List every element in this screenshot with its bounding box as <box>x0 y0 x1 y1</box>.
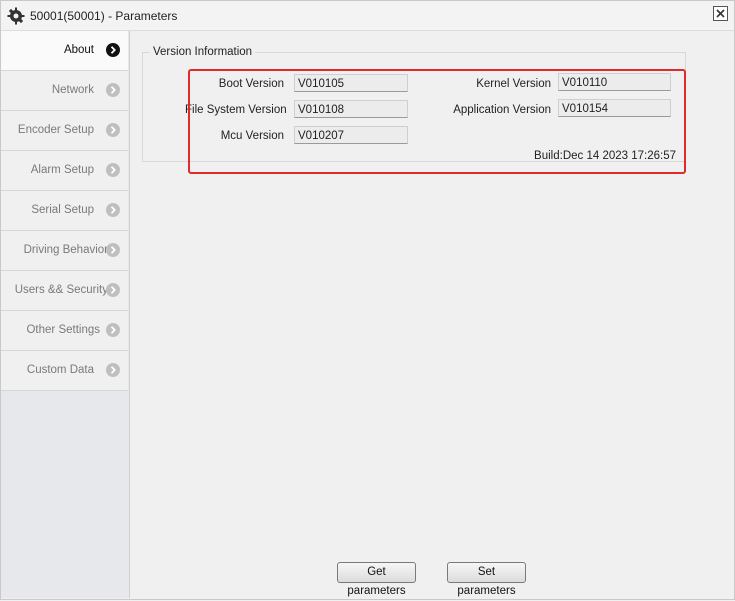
chevron-right-icon <box>106 83 120 97</box>
chevron-right-icon <box>106 163 120 177</box>
sidebar-item-serial-setup[interactable]: Serial Setup <box>1 191 128 231</box>
app-gear-icon <box>7 7 25 25</box>
chevron-right-icon <box>106 123 120 137</box>
chevron-right-icon <box>106 363 120 377</box>
sidebar-item-label: Encoder Setup <box>17 124 94 136</box>
sidebar-item-alarm-setup[interactable]: Alarm Setup <box>1 151 128 191</box>
set-parameters-button[interactable]: Set parameters <box>447 562 526 597</box>
sidebar-item-about[interactable]: About <box>1 31 128 71</box>
parameters-window: 50001(50001) - Parameters About Network … <box>0 0 735 600</box>
chevron-right-icon <box>106 323 120 337</box>
sidebar-item-label: About <box>63 44 94 56</box>
chevron-right-icon <box>106 243 120 257</box>
get-parameters-button[interactable]: Get parameters <box>337 562 416 597</box>
sidebar-item-network[interactable]: Network <box>1 71 128 111</box>
content-panel: Version Information Boot Version V010105… <box>130 31 734 598</box>
sidebar-item-label: Alarm Setup <box>30 164 94 176</box>
sidebar-item-label: Users && Security <box>14 284 108 296</box>
sidebar-item-label: Driving Behavior <box>23 244 108 256</box>
sidebar-item-other-settings[interactable]: Other Settings <box>1 311 128 351</box>
sidebar-item-label: Other Settings <box>26 324 100 336</box>
title-bar: 50001(50001) - Parameters <box>1 1 734 31</box>
sidebar-item-label: Custom Data <box>26 364 94 376</box>
sidebar-item-driving-behavior[interactable]: Driving Behavior <box>1 231 128 271</box>
sidebar-item-label: Serial Setup <box>31 204 94 216</box>
chevron-right-icon <box>106 283 120 297</box>
sidebar: About Network Encoder Setup Alarm Setup <box>1 31 130 598</box>
group-title: Version Information <box>150 46 256 58</box>
sidebar-item-encoder-setup[interactable]: Encoder Setup <box>1 111 128 151</box>
sidebar-item-label: Network <box>51 84 94 96</box>
sidebar-item-custom-data[interactable]: Custom Data <box>1 351 128 391</box>
close-icon <box>716 9 725 18</box>
chevron-right-icon <box>106 203 120 217</box>
window-title: 50001(50001) - Parameters <box>30 9 178 23</box>
highlight-box <box>188 69 686 174</box>
close-button[interactable] <box>713 6 728 21</box>
sidebar-item-users-security[interactable]: Users && Security <box>1 271 128 311</box>
chevron-right-icon <box>106 43 120 57</box>
